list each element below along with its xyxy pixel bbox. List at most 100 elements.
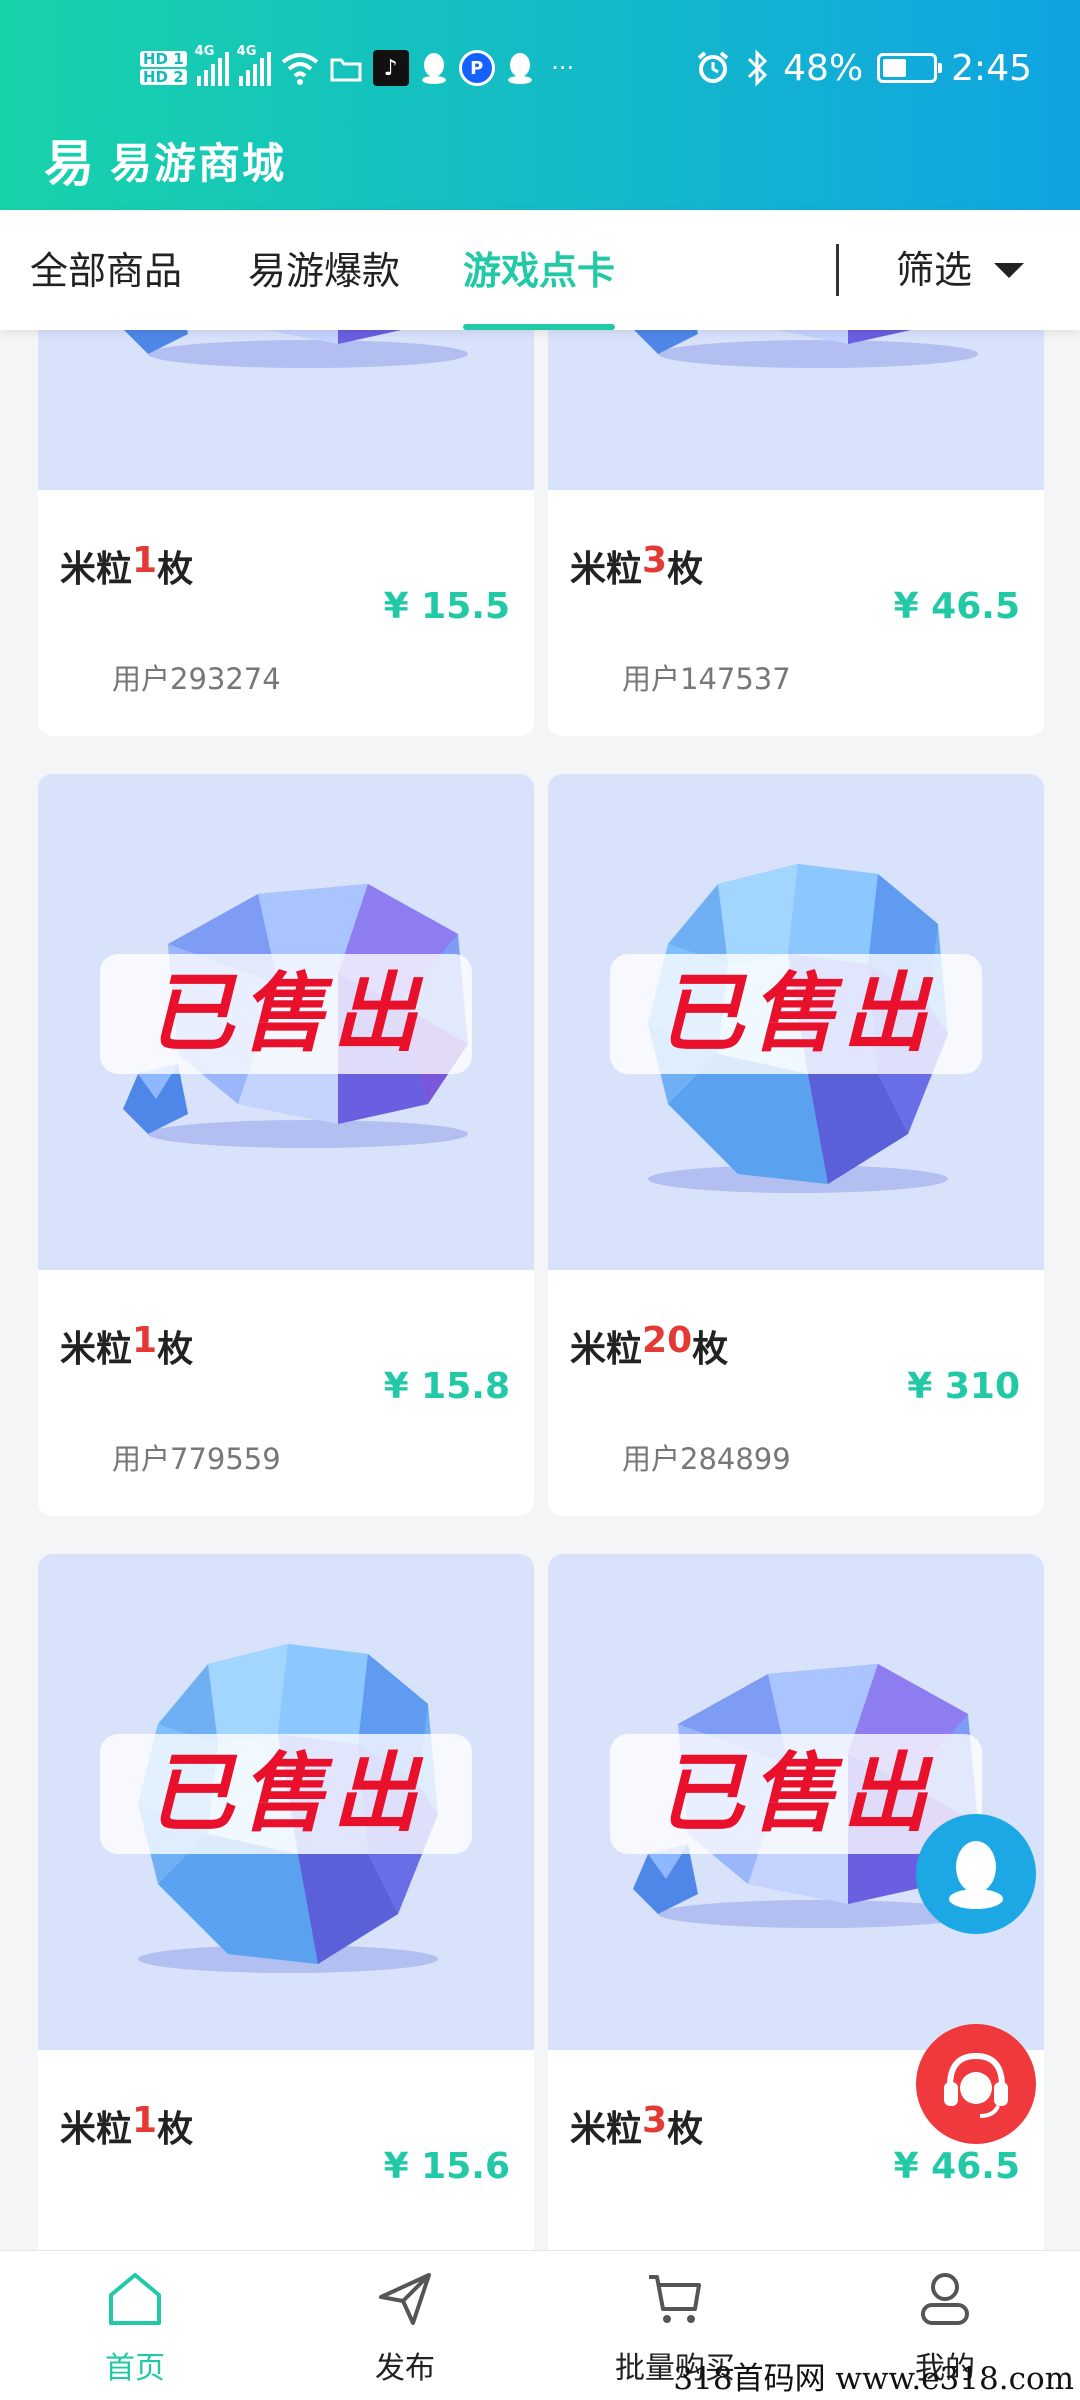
sold-out-label: 已售出	[658, 964, 934, 1064]
product-title-prefix: 米粒	[570, 549, 643, 590]
product-info: 米粒 1 枚 ¥ 15.5 用户293274	[38, 490, 534, 736]
tab-hot-items[interactable]: 易游爆款	[248, 210, 400, 330]
product-title: 米粒 3 枚	[570, 2100, 703, 2152]
send-icon	[379, 2273, 431, 2325]
product-price: ¥ 15.8	[383, 1366, 510, 1407]
nav-publish[interactable]: 发布	[270, 2251, 540, 2400]
nav-publish-label: 发布	[375, 2351, 435, 2386]
app-logo-icon: 易	[44, 135, 94, 193]
product-title-prefix: 米粒	[60, 1329, 133, 1370]
product-title-prefix: 米粒	[570, 1329, 643, 1370]
battery-icon	[877, 53, 943, 83]
qq-icon-2	[507, 53, 532, 84]
user-icon	[921, 2273, 969, 2325]
seller-name: 用户293274	[112, 662, 281, 696]
product-info: 米粒 1 枚 ¥ 15.8 用户779559	[38, 1270, 534, 1516]
product-title-suffix: 枚	[667, 2109, 704, 2150]
bluetooth-icon	[748, 49, 768, 87]
product-card[interactable]: 已售出 米粒 1 枚 ¥ 15.6	[38, 1554, 534, 2250]
seller-name: 用户284899	[622, 1442, 791, 1476]
product-info: 米粒 1 枚 ¥ 15.6	[38, 2050, 534, 2250]
product-image: 已售出	[38, 1554, 534, 2050]
home-icon	[109, 2273, 161, 2325]
diamond-pile-image	[124, 330, 468, 368]
product-image: 已售出	[38, 330, 534, 490]
product-card[interactable]: 已售出 米粒 1 枚 ¥ 15.5 用户293274	[38, 330, 534, 736]
product-quantity: 3	[642, 2100, 668, 2141]
product-title-suffix: 枚	[157, 549, 194, 590]
sold-out-badge: 已售出	[610, 954, 982, 1074]
filter-button[interactable]: 筛选	[896, 210, 1025, 330]
sold-out-label: 已售出	[148, 964, 424, 1064]
battery-percent: 48%	[783, 47, 864, 89]
product-title: 米粒 1 枚	[60, 1320, 193, 1372]
product-quantity: 1	[132, 540, 158, 581]
tab-all-products[interactable]: 全部商品	[30, 210, 182, 330]
sold-out-label: 已售出	[148, 1744, 424, 1844]
sold-out-badge: 已售出	[610, 1734, 982, 1854]
signal-icon: 4G	[195, 44, 229, 86]
product-image: 已售出	[548, 774, 1044, 1270]
qq-penguin-icon	[949, 1841, 1003, 1909]
nav-home[interactable]: 首页	[0, 2251, 270, 2400]
hd-volte-icon: HD 1 HD 2	[140, 50, 187, 86]
product-quantity: 20	[642, 1320, 693, 1361]
app-notification-icon: P	[458, 50, 495, 86]
tab-divider	[836, 244, 839, 296]
product-quantity: 1	[132, 1320, 158, 1361]
product-title-suffix: 枚	[667, 549, 704, 590]
seller-name: 用户779559	[112, 1442, 281, 1476]
product-quantity: 3	[642, 540, 668, 581]
signal-icon-2: 4G	[237, 44, 271, 86]
nav-home-label: 首页	[105, 2351, 165, 2386]
product-quantity: 1	[132, 2100, 158, 2141]
sold-out-badge: 已售出	[100, 954, 472, 1074]
product-title: 米粒 1 枚	[60, 540, 193, 592]
customer-service-button[interactable]	[916, 2024, 1036, 2144]
product-card[interactable]: 已售出 米粒 1 枚 ¥ 15.8 用户779559	[38, 774, 534, 1516]
folder-icon	[330, 58, 362, 82]
product-title: 米粒 1 枚	[60, 2100, 193, 2152]
product-title-suffix: 枚	[157, 2109, 194, 2150]
tab-game-cards[interactable]: 游戏点卡	[463, 210, 616, 330]
status-bar: HD 1 HD 2 4G 4G ♪ P ··· 48% 2:45	[0, 28, 1080, 108]
alarm-icon	[697, 51, 729, 83]
caret-down-icon	[994, 262, 1025, 278]
product-price: ¥ 46.5	[893, 586, 1020, 627]
qq-contact-button[interactable]	[916, 1814, 1036, 1934]
sold-out-label: 已售出	[658, 1744, 934, 1844]
product-info: 米粒 20 枚 ¥ 310 用户284899	[548, 1270, 1044, 1516]
product-title-suffix: 枚	[692, 1329, 729, 1370]
product-image: 已售出	[548, 1554, 1044, 2050]
clock: 2:45	[951, 47, 1032, 89]
diamond-pile-image	[634, 330, 978, 368]
app-header: HD 1 HD 2 4G 4G ♪ P ··· 48% 2:45 易 易游商城	[0, 0, 1080, 210]
qq-icon	[421, 53, 446, 84]
product-price: ¥ 46.5	[893, 2146, 1020, 2187]
product-card[interactable]: 已售出 米粒 20 枚 ¥ 310 用户284899	[548, 774, 1044, 1516]
product-title: 米粒 20 枚	[570, 1320, 728, 1372]
product-grid: 已售出 米粒 1 枚 ¥ 15.5 用户293274	[0, 330, 1080, 2250]
product-title-suffix: 枚	[157, 1329, 194, 1370]
category-tabs: 全部商品 易游爆款 游戏点卡 筛选	[0, 210, 1080, 330]
seller-name: 用户147537	[622, 662, 791, 696]
filter-label: 筛选	[896, 248, 973, 292]
product-price: ¥ 15.6	[383, 2146, 510, 2187]
more-notifications-icon: ···	[551, 54, 575, 82]
app-title: 易游商城	[110, 138, 287, 188]
product-image: 已售出	[38, 774, 534, 1270]
headset-icon	[944, 2052, 1008, 2118]
product-title-prefix: 米粒	[570, 2109, 643, 2150]
product-info: 米粒 3 枚 ¥ 46.5 用户147537	[548, 490, 1044, 736]
product-title: 米粒 3 枚	[570, 540, 703, 592]
tiktok-icon: ♪	[372, 50, 409, 86]
product-title-prefix: 米粒	[60, 549, 133, 590]
wifi-icon	[281, 53, 318, 85]
product-image: 已售出	[548, 330, 1044, 490]
cart-icon	[649, 2275, 701, 2323]
sold-out-badge: 已售出	[100, 1734, 472, 1854]
site-watermark: 318首码网 www.e318.com	[673, 2361, 1074, 2397]
product-price: ¥ 310	[907, 1366, 1020, 1407]
product-card[interactable]: 已售出 米粒 3 枚 ¥ 46.5 用户147537	[548, 330, 1044, 736]
product-title-prefix: 米粒	[60, 2109, 133, 2150]
